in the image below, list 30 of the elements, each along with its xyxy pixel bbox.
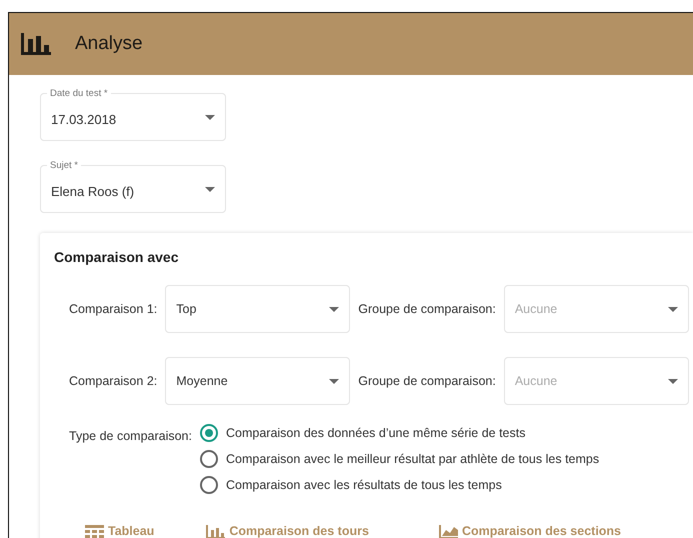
field-label: Groupe de comparaison: (358, 372, 496, 390)
dropdown-caret-icon (668, 378, 678, 384)
view-link[interactable]: Comparaison des sections (438, 522, 622, 538)
dropdown-caret-icon (205, 114, 215, 120)
bar-chart-icon (206, 524, 226, 538)
view-link[interactable]: Tableau (85, 522, 154, 538)
option-label: Comparaison des données d’une même série de tests (226, 425, 526, 442)
bar-chart-icon (21, 33, 51, 55)
option-label: Comparaison avec le meilleur résultat par athlète de tous les temps (226, 450, 600, 468)
radio-button[interactable] (200, 450, 218, 468)
radio-button[interactable] (200, 476, 218, 494)
dropdown-caret-icon (329, 306, 340, 312)
radio-button[interactable] (200, 424, 218, 442)
dropdown-field[interactable]: Aucune (504, 285, 689, 333)
area-chart-icon (438, 524, 458, 538)
dropdown-field[interactable]: Moyenne (165, 357, 350, 405)
field-label: Comparaison 1: (69, 300, 158, 318)
dropdown-caret-icon (668, 306, 678, 312)
view-link[interactable]: Comparaison des tours (206, 522, 369, 538)
dropdown-field[interactable]: Top (165, 285, 350, 333)
field-label: Groupe de comparaison: (358, 300, 496, 318)
option-label: Comparaison avec les résultats de tous les temps (226, 476, 502, 494)
dropdown-field[interactable]: Aucune (504, 357, 689, 405)
section-title: Comparaison avec (54, 248, 180, 267)
page-title: Analyse (75, 32, 143, 56)
field-label: Comparaison 2: (69, 372, 158, 390)
table-icon (85, 524, 104, 538)
dropdown-caret-icon (205, 186, 215, 192)
dropdown-caret-icon (329, 378, 340, 384)
comparison-type-label: Type de comparaison: (69, 428, 192, 445)
